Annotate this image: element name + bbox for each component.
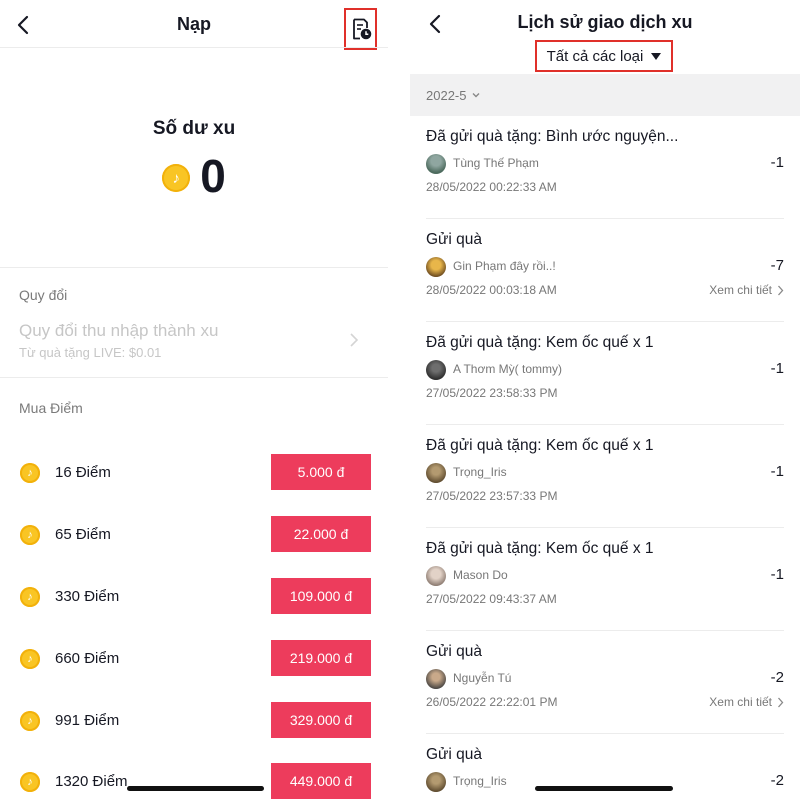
view-details-label: Xem chi tiết bbox=[709, 283, 772, 297]
month-selector[interactable]: 2022-5 bbox=[410, 74, 800, 116]
view-details-link[interactable]: Xem chi tiết bbox=[709, 283, 784, 297]
package-label: 65 Điểm bbox=[55, 526, 111, 543]
view-details-label: Xem chi tiết bbox=[709, 695, 772, 709]
transaction-amount: -1 bbox=[770, 463, 784, 480]
recipient-name: Tùng Thế Phạm bbox=[453, 156, 539, 170]
home-indicator[interactable] bbox=[127, 786, 264, 791]
avatar bbox=[426, 566, 446, 586]
caret-down-icon bbox=[651, 52, 662, 60]
transaction-title: Gửi quà bbox=[426, 643, 483, 660]
transaction-amount: -1 bbox=[770, 154, 784, 171]
transaction-date: 27/05/2022 09:43:37 AM bbox=[426, 592, 557, 606]
exchange-title[interactable]: Quy đổi thu nhập thành xu bbox=[19, 321, 218, 341]
exchange-section-label: Quy đổi bbox=[19, 287, 68, 303]
chevron-down-icon bbox=[472, 93, 480, 98]
transaction-date: 26/05/2022 22:22:01 PM bbox=[426, 695, 558, 709]
coin-package-row: ♪ 330 Điểm 109.000 đ bbox=[0, 578, 388, 616]
transaction-amount: -1 bbox=[770, 360, 784, 377]
balance-value: 0 bbox=[200, 150, 226, 202]
transaction-item[interactable]: Đã gửi quà tặng: Kem ốc quế x 1 Mason Do… bbox=[410, 528, 800, 631]
transaction-title: Gửi quà bbox=[426, 746, 483, 763]
page-title: Lịch sử giao dịch xu bbox=[517, 12, 693, 32]
transaction-item[interactable]: Đã gửi quà tặng: Kem ốc quế x 1 A Thơm M… bbox=[410, 322, 800, 425]
buy-package-button[interactable]: 5.000 đ bbox=[271, 454, 371, 490]
recipient-name: Gin Phạm đây rồi..! bbox=[453, 259, 556, 273]
package-label: 330 Điểm bbox=[55, 588, 120, 605]
month-label: 2022-5 bbox=[426, 87, 467, 103]
header-divider bbox=[0, 47, 388, 48]
package-label: 660 Điểm bbox=[55, 650, 120, 667]
chevron-right-icon[interactable] bbox=[348, 332, 360, 348]
transaction-amount: -7 bbox=[770, 257, 784, 274]
transaction-amount: -2 bbox=[770, 669, 784, 686]
page-title: Nạp bbox=[176, 14, 211, 34]
avatar bbox=[426, 360, 446, 380]
package-label: 1320 Điểm bbox=[55, 773, 128, 790]
balance-row: ♪ 0 bbox=[0, 150, 388, 202]
buy-package-button[interactable]: 219.000 đ bbox=[271, 640, 371, 676]
coin-icon: ♪ bbox=[20, 649, 40, 669]
recipient-name: Trọng_Iris bbox=[453, 465, 507, 479]
transaction-title: Gửi quà bbox=[426, 231, 483, 248]
recipient-name: Mason Do bbox=[453, 568, 508, 582]
recipient-name: A Thơm Mỳ( tommy) bbox=[453, 362, 562, 376]
avatar bbox=[426, 772, 446, 792]
coin-icon: ♪ bbox=[162, 164, 191, 192]
buy-package-button[interactable]: 329.000 đ bbox=[271, 702, 371, 738]
coin-package-row: ♪ 65 Điểm 22.000 đ bbox=[0, 516, 388, 554]
avatar bbox=[426, 669, 446, 689]
chevron-right-icon bbox=[778, 285, 784, 295]
chevron-right-icon bbox=[778, 697, 784, 707]
type-filter-dropdown[interactable]: Tất cả các loại bbox=[535, 40, 673, 72]
transaction-item[interactable]: Đã gửi quà tặng: Kem ốc quế x 1 Trọng_Ir… bbox=[410, 425, 800, 528]
transaction-title: Đã gửi quà tặng: Kem ốc quế x 1 bbox=[426, 437, 654, 454]
coin-history-screen: Lịch sử giao dịch xu Tất cả các loại 202… bbox=[410, 0, 800, 800]
recipient-name: Nguyễn Tú bbox=[453, 671, 512, 685]
purchase-section-label: Mua Điểm bbox=[19, 400, 83, 416]
coin-icon: ♪ bbox=[20, 587, 40, 607]
buy-package-button[interactable]: 22.000 đ bbox=[271, 516, 371, 552]
coin-icon: ♪ bbox=[20, 525, 40, 545]
transaction-history-icon bbox=[352, 18, 371, 40]
transaction-item[interactable]: Gửi quà Nguyễn Tú -2 26/05/2022 22:22:01… bbox=[410, 631, 800, 734]
package-label: 991 Điểm bbox=[55, 712, 120, 729]
filter-label: Tất cả các loại bbox=[546, 47, 644, 65]
coin-package-row: ♪ 660 Điểm 219.000 đ bbox=[0, 640, 388, 678]
transaction-date: 28/05/2022 00:03:18 AM bbox=[426, 283, 557, 297]
coin-package-row: ♪ 1320 Điểm 449.000 đ bbox=[0, 763, 388, 800]
home-indicator[interactable] bbox=[535, 786, 673, 791]
coin-icon: ♪ bbox=[20, 772, 40, 792]
transaction-date: 28/05/2022 00:22:33 AM bbox=[426, 180, 557, 194]
coin-icon: ♪ bbox=[20, 463, 40, 483]
buy-package-button[interactable]: 449.000 đ bbox=[271, 763, 371, 799]
coin-package-row: ♪ 991 Điểm 329.000 đ bbox=[0, 702, 388, 740]
section-divider bbox=[0, 267, 388, 268]
buy-package-button[interactable]: 109.000 đ bbox=[271, 578, 371, 614]
transaction-title: Đã gửi quà tặng: Kem ốc quế x 1 bbox=[426, 540, 654, 557]
transaction-history-button[interactable] bbox=[344, 8, 377, 50]
transaction-amount: -2 bbox=[770, 772, 784, 789]
transaction-date: 27/05/2022 23:57:33 PM bbox=[426, 489, 558, 503]
coin-icon: ♪ bbox=[20, 711, 40, 731]
avatar bbox=[426, 257, 446, 277]
panel-gap bbox=[388, 0, 410, 800]
exchange-subtitle: Từ quà tặng LIVE: $0.01 bbox=[19, 345, 162, 360]
transaction-date: 27/05/2022 23:58:33 PM bbox=[426, 386, 558, 400]
balance-label: Số dư xu bbox=[152, 118, 236, 139]
section-divider bbox=[0, 377, 388, 378]
package-label: 16 Điểm bbox=[55, 464, 111, 481]
transaction-title: Đã gửi quà tặng: Kem ốc quế x 1 bbox=[426, 334, 654, 351]
coin-package-row: ♪ 16 Điểm 5.000 đ bbox=[0, 454, 388, 492]
avatar bbox=[426, 154, 446, 174]
avatar bbox=[426, 463, 446, 483]
transaction-title: Đã gửi quà tặng: Bình ước nguyện... bbox=[426, 128, 679, 145]
view-details-link[interactable]: Xem chi tiết bbox=[709, 695, 784, 709]
transaction-amount: -1 bbox=[770, 566, 784, 583]
recharge-screen: Nạp Số dư xu ♪ 0 Quy đổi Quy đổi thu nhậ… bbox=[0, 0, 388, 800]
transaction-item[interactable]: Gửi quà Gin Phạm đây rồi..! -7 28/05/202… bbox=[410, 219, 800, 322]
recipient-name: Trọng_Iris bbox=[453, 774, 507, 788]
transaction-item[interactable]: Đã gửi quà tặng: Bình ước nguyện... Tùng… bbox=[410, 116, 800, 219]
